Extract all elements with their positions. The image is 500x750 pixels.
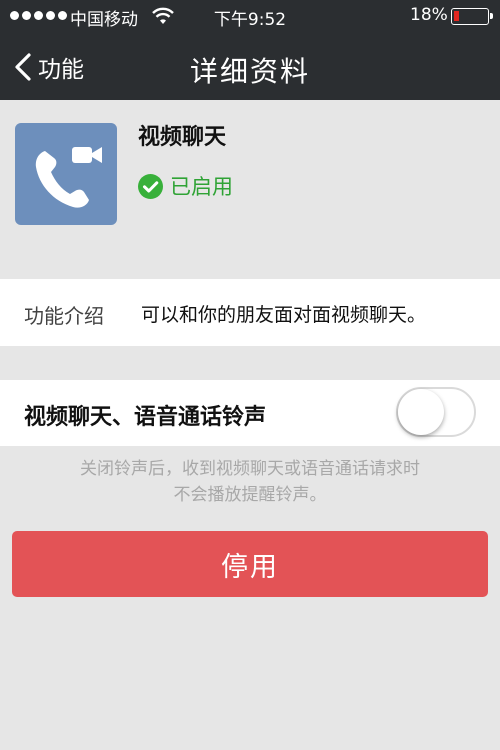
ringtone-cell: 视频聊天、语音通话铃声 [0, 380, 500, 446]
ringtone-label: 视频聊天、语音通话铃声 [24, 405, 267, 430]
status-bar: 中国移动 下午9:52 18% [0, 0, 500, 34]
enabled-status: 已启用 [138, 171, 233, 201]
checkmark-icon [138, 173, 163, 199]
toggle-knob [398, 389, 444, 435]
hint-line-1: 关闭铃声后，收到视频聊天或语音通话请求时 [80, 459, 420, 479]
ringtone-hint: 关闭铃声后，收到视频聊天或语音通话请求时 不会播放提醒铃声。 [0, 456, 500, 508]
page-title: 详细资料 [189, 55, 310, 88]
battery-icon [451, 8, 493, 25]
disable-button[interactable]: 停用 [12, 531, 488, 597]
ringtone-toggle[interactable] [396, 387, 476, 437]
nav-bar: 功能 详细资料 [0, 34, 500, 100]
intro-label: 功能介绍 [24, 304, 104, 328]
intro-cell: 功能介绍 可以和你的朋友面对面视频聊天。 [0, 279, 500, 346]
intro-text: 可以和你的朋友面对面视频聊天。 [141, 304, 427, 326]
app-name: 视频聊天 [138, 125, 227, 150]
status-text: 已启用 [170, 175, 233, 199]
hint-line-2: 不会播放提醒铃声。 [173, 485, 327, 505]
battery-percent: 18% [410, 5, 448, 25]
top-bar: 中国移动 下午9:52 18% 功能 详细资料 [0, 0, 500, 100]
video-call-icon [15, 123, 117, 225]
